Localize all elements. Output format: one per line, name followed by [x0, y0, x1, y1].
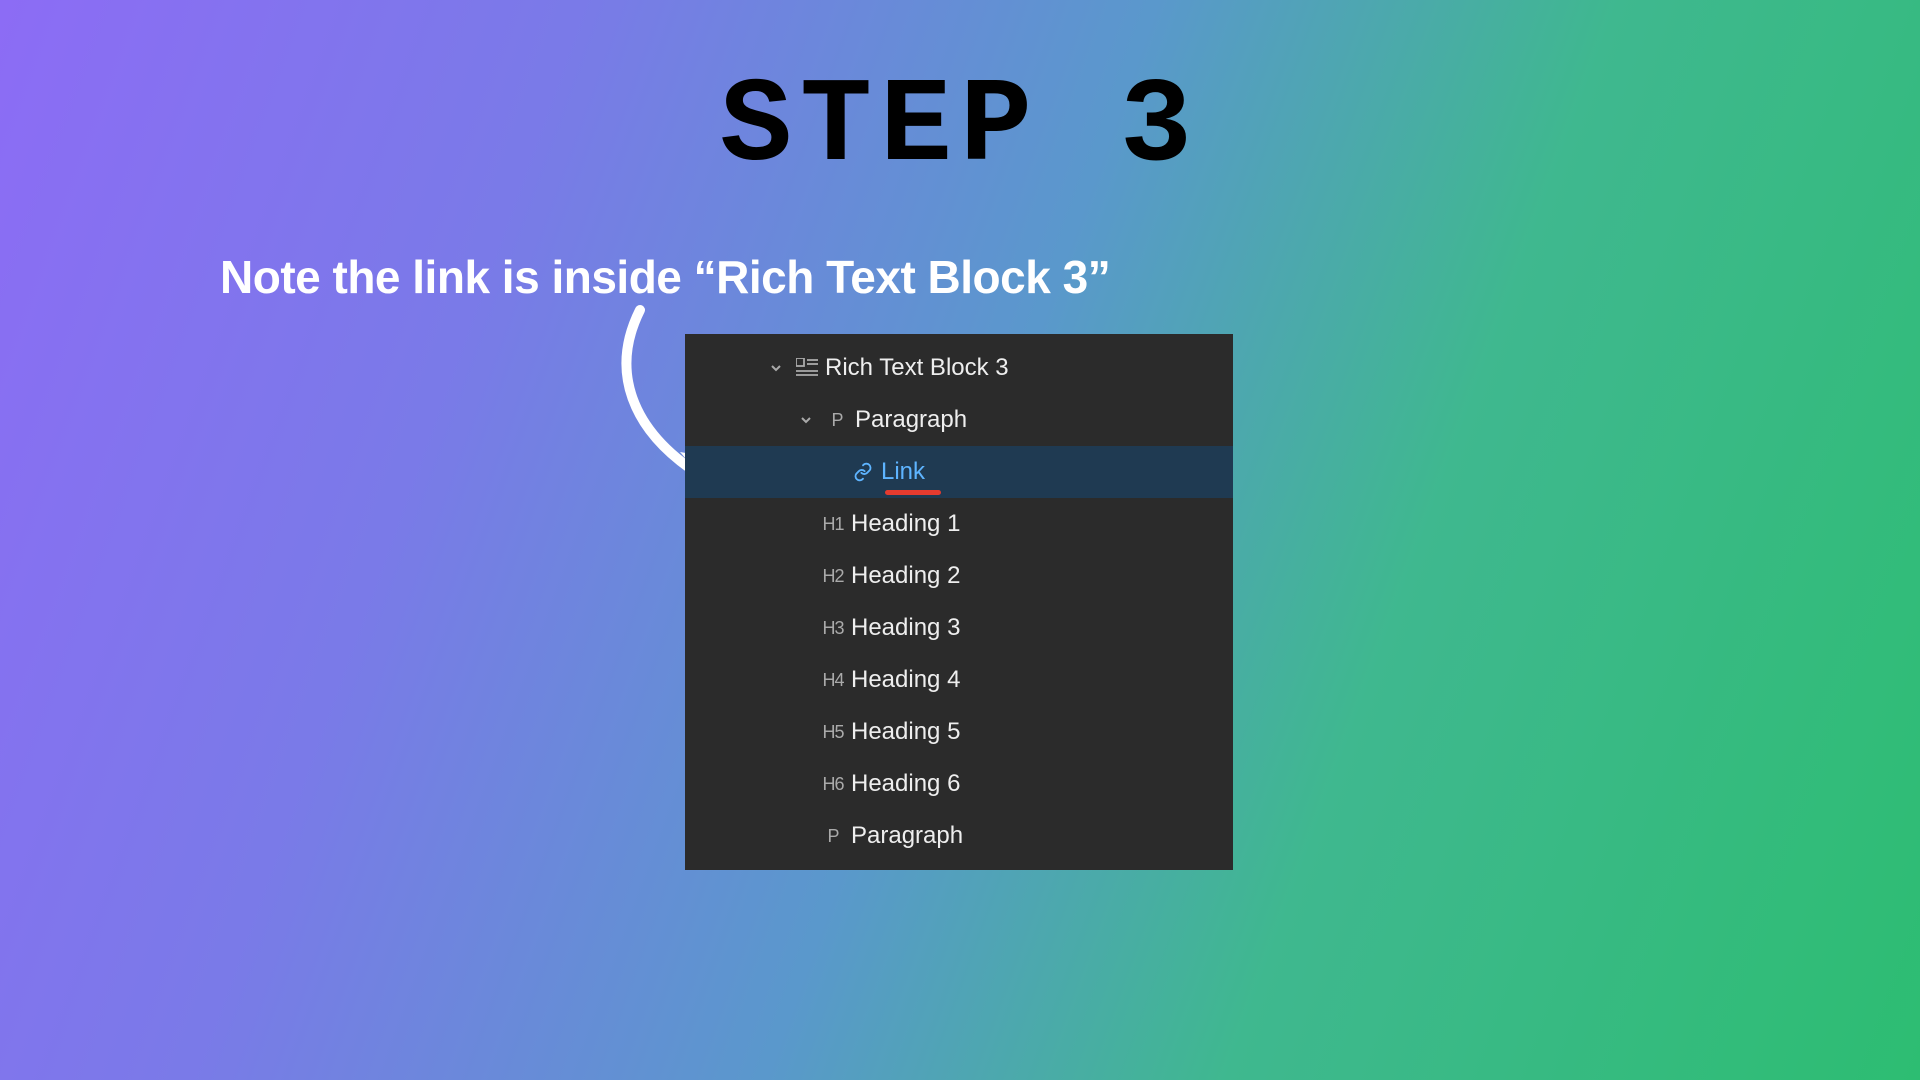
- paragraph-icon: P: [815, 826, 851, 847]
- tree-item-paragraph[interactable]: P Paragraph: [685, 394, 1233, 446]
- heading-icon: H2: [815, 566, 851, 587]
- tree-item-label: Heading 3: [851, 614, 960, 642]
- link-icon: [845, 462, 881, 482]
- navigator-panel: Rich Text Block 3 P Paragraph Link H1Hea…: [685, 334, 1233, 870]
- tree-item-label: Paragraph: [851, 822, 963, 850]
- tree-item-label: Link: [881, 458, 925, 486]
- tree-item-label: Paragraph: [855, 406, 967, 434]
- tree-item-label: Rich Text Block 3: [825, 354, 1009, 382]
- tree-item[interactable]: PParagraph: [685, 810, 1233, 862]
- tree-item[interactable]: H3Heading 3: [685, 602, 1233, 654]
- tree-item-label: Heading 4: [851, 666, 960, 694]
- annotation-text: Note the link is inside “Rich Text Block…: [220, 250, 1110, 304]
- heading-icon: H3: [815, 618, 851, 639]
- tree-item[interactable]: H2Heading 2: [685, 550, 1233, 602]
- tree-item-rich-text-block[interactable]: Rich Text Block 3: [685, 342, 1233, 394]
- tree-item[interactable]: H5Heading 5: [685, 706, 1233, 758]
- heading-icon: H4: [815, 670, 851, 691]
- paragraph-icon: P: [819, 410, 855, 431]
- tree-item[interactable]: H4Heading 4: [685, 654, 1233, 706]
- chevron-down-icon[interactable]: [793, 414, 819, 426]
- tree-item-label: Heading 6: [851, 770, 960, 798]
- heading-icon: H5: [815, 722, 851, 743]
- heading-icon: H6: [815, 774, 851, 795]
- page-title: STEP 3: [720, 60, 1200, 196]
- chevron-down-icon[interactable]: [763, 362, 789, 374]
- heading-icon: H1: [815, 514, 851, 535]
- tree-item-label: Heading 2: [851, 562, 960, 590]
- tree-item-label: Heading 1: [851, 510, 960, 538]
- tree-item[interactable]: H6Heading 6: [685, 758, 1233, 810]
- red-underline-annotation: [885, 490, 941, 495]
- tree-item-link[interactable]: Link: [685, 446, 1233, 498]
- rich-text-block-icon: [789, 358, 825, 378]
- tree-item[interactable]: H1Heading 1: [685, 498, 1233, 550]
- tree-item-label: Heading 5: [851, 718, 960, 746]
